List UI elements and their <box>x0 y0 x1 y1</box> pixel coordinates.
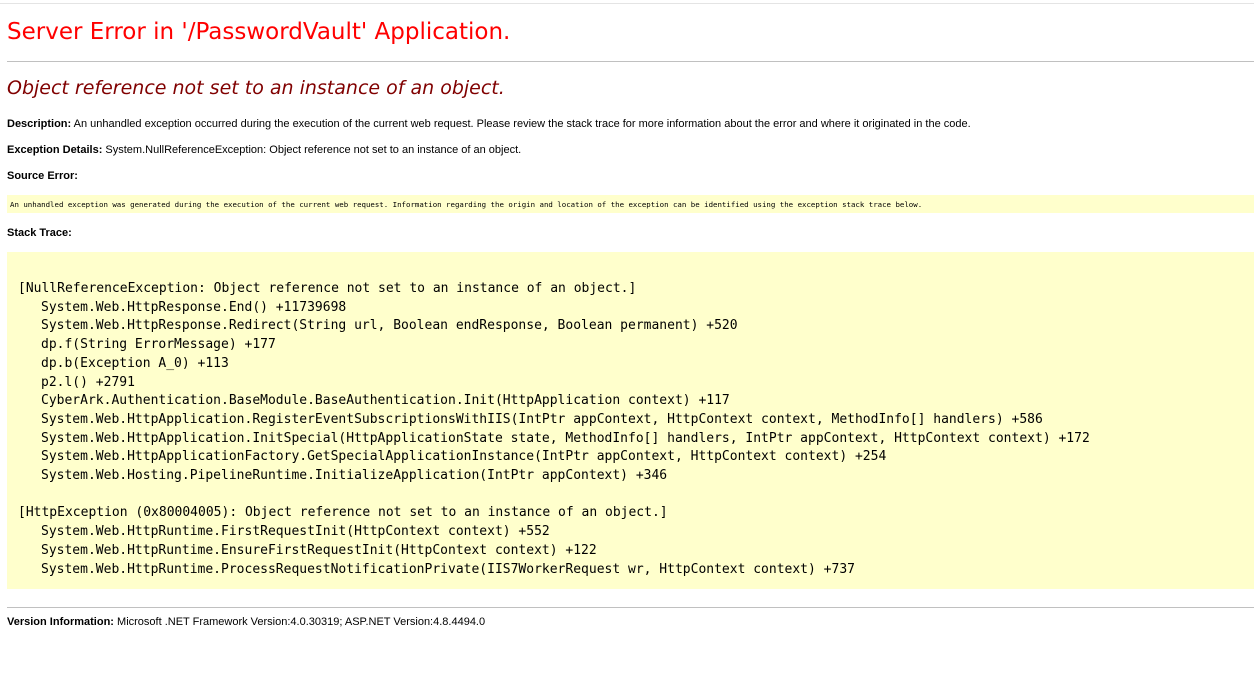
title-divider <box>7 61 1254 62</box>
stack-frame: System.Web.HttpApplicationFactory.GetSpe… <box>41 449 887 465</box>
stack-frame: dp.b(Exception A_0) +113 <box>41 355 229 371</box>
version-row: Version Information: Microsoft .NET Fram… <box>7 616 485 628</box>
source-error-text: An unhandled exception was generated dur… <box>10 200 923 209</box>
exception-details-label: Exception Details: <box>7 144 103 156</box>
stack-frame: CyberArk.Authentication.BaseModule.BaseA… <box>41 393 730 409</box>
version-text: Microsoft .NET Framework Version:4.0.303… <box>113 616 486 628</box>
stack-frame: System.Web.Hosting.PipelineRuntime.Initi… <box>41 468 668 484</box>
description-text: An unhandled exception occurred during t… <box>71 118 971 130</box>
version-divider <box>7 607 1254 608</box>
stack-trace-text: [NullReferenceException: Object referenc… <box>18 280 1090 579</box>
exception-header: [HttpException (0x80004005): Object refe… <box>18 505 668 521</box>
stack-frame: p2.l() +2791 <box>41 374 135 390</box>
stack-gap <box>18 486 1090 505</box>
stack-trace-label: Stack Trace: <box>7 227 72 239</box>
description-label: Description: <box>7 118 72 130</box>
page-title: Server Error in '/PasswordVault' Applica… <box>7 19 511 45</box>
source-error-heading: Source Error: <box>7 170 78 182</box>
stack-frame: dp.f(String ErrorMessage) +177 <box>41 337 276 353</box>
stack-trace-heading: Stack Trace: <box>7 227 72 239</box>
stack-trace-box: [NullReferenceException: Object referenc… <box>7 252 1254 589</box>
stack-frame: System.Web.HttpApplication.InitSpecial(H… <box>41 430 1090 446</box>
stack-frame: System.Web.HttpRuntime.FirstRequestInit(… <box>41 524 550 540</box>
version-label: Version Information: <box>7 616 114 628</box>
stack-frame: System.Web.HttpResponse.Redirect(String … <box>41 318 738 334</box>
top-divider <box>0 3 1254 4</box>
description-row: Description: An unhandled exception occu… <box>7 118 971 130</box>
source-error-box: An unhandled exception was generated dur… <box>7 195 1254 213</box>
stack-frame: System.Web.HttpApplication.RegisterEvent… <box>41 411 1043 427</box>
exception-header: [NullReferenceException: Object referenc… <box>18 281 637 296</box>
stack-frame: System.Web.HttpResponse.End() +11739698 <box>41 299 347 315</box>
source-error-label: Source Error: <box>7 170 78 182</box>
exception-details-text: System.NullReferenceException: Object re… <box>102 144 522 156</box>
error-message: Object reference not set to an instance … <box>7 77 505 99</box>
exception-details-row: Exception Details: System.NullReferenceE… <box>7 144 521 156</box>
stack-frame: System.Web.HttpRuntime.EnsureFirstReques… <box>41 542 597 558</box>
stack-frame: System.Web.HttpRuntime.ProcessRequestNot… <box>41 561 855 577</box>
